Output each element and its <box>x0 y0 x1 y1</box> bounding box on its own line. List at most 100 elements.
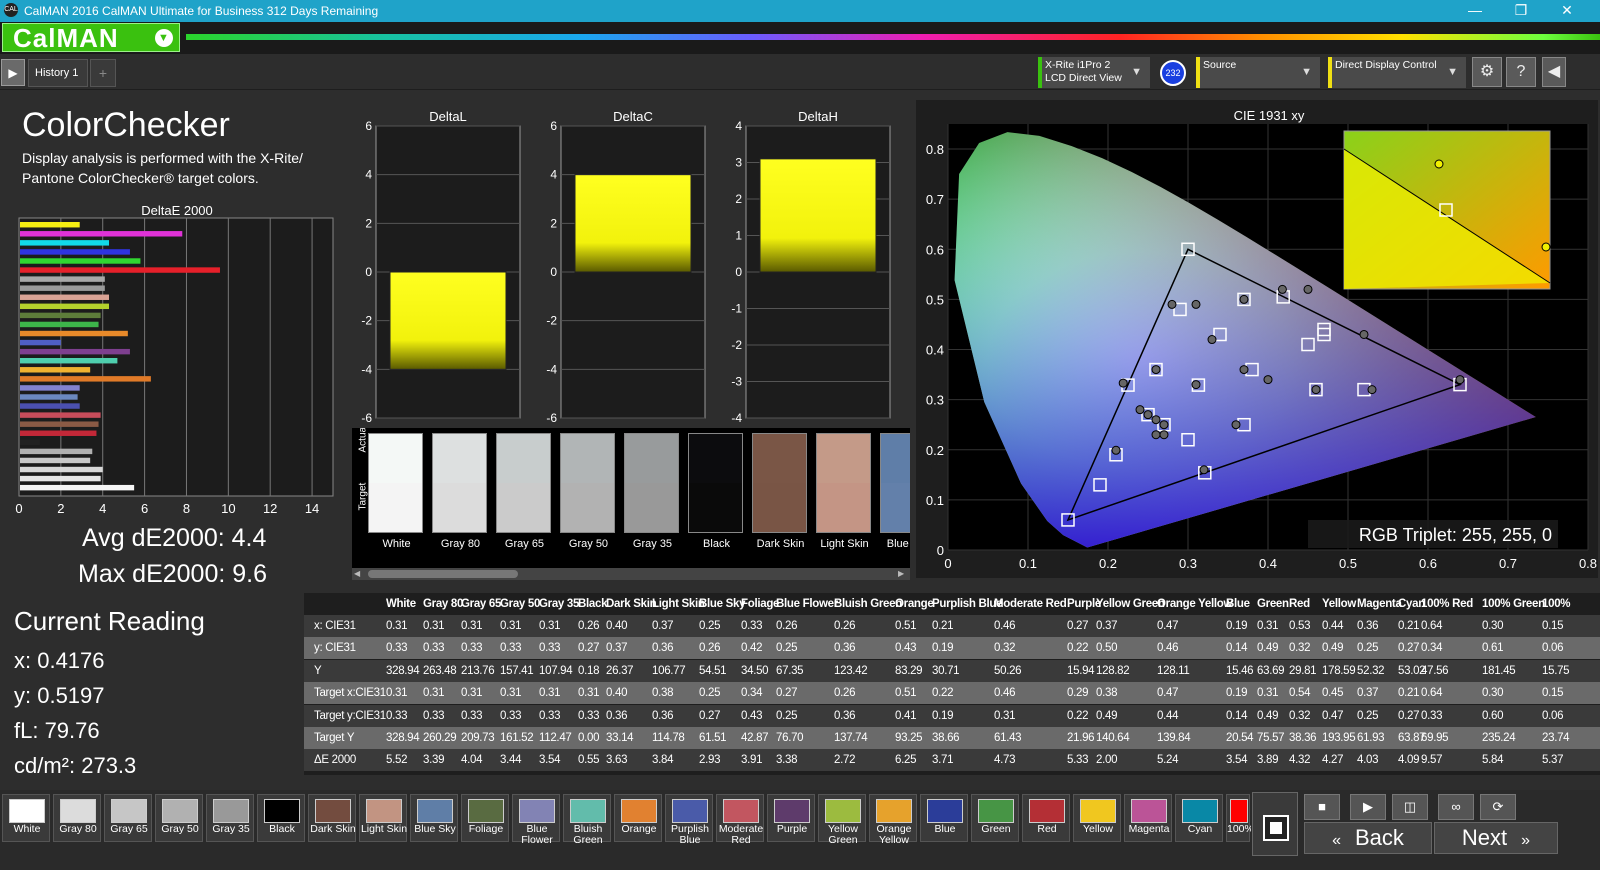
tab-history-1[interactable]: History 1 <box>28 59 88 87</box>
swatch-black[interactable]: Black <box>688 433 743 550</box>
table-cell: 0.21 <box>932 620 954 632</box>
table-cell: 209.73 <box>461 732 495 744</box>
table-cell: 0.55 <box>578 754 600 767</box>
next-button[interactable]: Next» <box>1434 822 1558 854</box>
table-cell: 0.64 <box>1421 620 1443 632</box>
bottom-swatch-light-skin[interactable]: Light Skin <box>359 794 407 842</box>
cie-y-tick: 0.6 <box>926 242 944 257</box>
collapse-arrow-icon[interactable]: ◀ <box>1542 57 1566 87</box>
table-header: White Gray 80 Gray 65 Gray 50 Gray 35 Black Da… <box>304 593 1600 615</box>
maximize-icon[interactable]: ❐ <box>1498 0 1544 22</box>
bottom-swatch-green[interactable]: Green <box>971 794 1019 842</box>
scroll-right-icon[interactable]: ▶ <box>898 569 908 579</box>
swatch-gray-80[interactable]: Gray 80 <box>432 433 487 550</box>
bottom-swatch-moderate-red[interactable]: Moderate Red <box>716 794 764 846</box>
help-icon[interactable]: ? <box>1506 57 1536 87</box>
bottom-swatch-gray-50[interactable]: Gray 50 <box>155 794 203 842</box>
table-cell: 0.36 <box>1357 620 1379 632</box>
bottom-swatch-black[interactable]: Black <box>257 794 305 842</box>
play-arrow-icon[interactable]: ▶ <box>1 59 25 86</box>
back-button[interactable]: «Back <box>1304 822 1432 854</box>
play-icon[interactable]: ▶ <box>1350 794 1386 820</box>
table-row-label: Target y:CIE31 <box>314 709 386 722</box>
add-tab-icon[interactable]: + <box>90 59 116 87</box>
swatch-chip <box>9 799 45 823</box>
table-cell: 3.84 <box>652 754 674 767</box>
swatch-gray-50[interactable]: Gray 50 <box>560 433 615 550</box>
swatch-chip <box>111 799 147 823</box>
display-selector[interactable]: Direct Display Control ▼ <box>1328 57 1466 88</box>
stop-control[interactable] <box>1252 792 1298 856</box>
minimize-icon[interactable]: — <box>1452 0 1498 22</box>
table-cell: 6.25 <box>895 754 917 767</box>
swatch-light-skin[interactable]: Light Skin <box>816 433 871 550</box>
bottom-swatch-bluish-green[interactable]: Bluish Green <box>563 794 611 846</box>
table-cell: 0.31 <box>994 709 1016 722</box>
bottom-swatch-gray-35[interactable]: Gray 35 <box>206 794 254 842</box>
measurement-table: White Gray 80 Gray 65 Gray 50 Gray 35 Black Da… <box>304 593 1600 775</box>
reading-x: x: 0.4176 <box>14 648 105 673</box>
cie-1931-chart: CIE 1931 xy 0 0.1 0.2 0.3 0.4 0.5 0.6 0.7 0.8 0 0.… <box>916 100 1598 578</box>
bottom-swatch-blue-sky[interactable]: Blue Sky <box>410 794 458 842</box>
bottom-swatch-gray-65[interactable]: Gray 65 <box>104 794 152 842</box>
bottom-swatch-orange[interactable]: Orange <box>614 794 662 842</box>
bottom-swatch-100-[interactable]: 100% <box>1226 794 1251 842</box>
bottom-swatch-cyan[interactable]: Cyan <box>1175 794 1223 842</box>
table-column-header: Foliage <box>741 598 780 610</box>
table-column-header: 100% Green <box>1482 598 1545 610</box>
swatch-label: Gray 50 <box>568 538 609 550</box>
deltae-bar <box>20 358 118 364</box>
table-column-header: Orange Yellow <box>1157 598 1233 610</box>
bottom-swatch-gray-80[interactable]: Gray 80 <box>53 794 101 842</box>
bottom-swatch-yellow[interactable]: Yellow <box>1073 794 1121 842</box>
table-cell: 0.34 <box>741 687 763 700</box>
bottom-swatch-purplish-blue[interactable]: Purplish Blue <box>665 794 713 846</box>
table-cell: 0.14 <box>1226 709 1248 722</box>
source-selector[interactable]: Source ▼ <box>1196 57 1320 88</box>
bottom-swatch-dark-skin[interactable]: Dark Skin <box>308 794 356 842</box>
table-cell: 0.31 <box>578 687 600 700</box>
swatch-blue-sky[interactable]: Blue Sky <box>880 433 910 550</box>
swatch-scrollbar[interactable]: ◀ ▶ <box>352 568 910 580</box>
swatch-gray-65[interactable]: Gray 65 <box>496 433 551 550</box>
table-cell: 0.31 <box>423 620 445 632</box>
bottom-swatch-white[interactable]: White <box>2 794 50 842</box>
swatch-chip <box>1080 799 1116 823</box>
step-icon[interactable]: ◫ <box>1392 794 1428 820</box>
bottom-swatch-yellow-green[interactable]: Yellow Green <box>818 794 866 846</box>
table-cell: 328.94 <box>386 664 420 677</box>
table-cell: 3.39 <box>423 754 445 767</box>
table-cell: 0.31 <box>539 620 561 632</box>
calman-logo-button[interactable]: CalMAN ▼ <box>2 23 180 52</box>
swatch-white[interactable]: White <box>368 433 423 550</box>
table-row: y: CIE31 0.33 0.33 0.33 0.33 0.33 0.27 0.37 0.36… <box>304 637 1600 660</box>
bottom-swatch-magenta[interactable]: Magenta <box>1124 794 1172 842</box>
page-title: ColorChecker <box>22 106 230 144</box>
swatch-dark-skin[interactable]: Dark Skin <box>752 433 807 550</box>
bottom-bar: White Gray 80 Gray 65 Gray 50 Gray 35 Black Da… <box>0 790 1600 870</box>
meter-badge[interactable]: 232 <box>1160 60 1186 86</box>
deltae-bar <box>20 448 93 455</box>
cie-x-tick: 0.5 <box>1339 556 1357 571</box>
bottom-swatch-purple[interactable]: Purple <box>767 794 815 842</box>
pause-icon[interactable]: ■ <box>1304 794 1340 820</box>
settings-gear-icon[interactable]: ⚙ <box>1472 57 1502 87</box>
scroll-thumb[interactable] <box>368 570 518 578</box>
loop-icon[interactable]: ∞ <box>1438 794 1474 820</box>
meter-selector[interactable]: X-Rite i1Pro 2 LCD Direct View ▼ <box>1038 57 1150 88</box>
table-cell: 0.38 <box>1096 687 1118 700</box>
bottom-swatch-orange-yellow[interactable]: Orange Yellow <box>869 794 917 846</box>
scroll-left-icon[interactable]: ◀ <box>354 569 364 579</box>
close-icon[interactable]: ✕ <box>1544 0 1590 22</box>
bottom-swatch-blue-flower[interactable]: Blue Flower <box>512 794 560 846</box>
delta-y-tick: -4 <box>731 411 742 425</box>
chevron-down-icon: ▼ <box>1131 66 1142 78</box>
refresh-icon[interactable]: ⟳ <box>1480 794 1516 820</box>
bottom-swatch-red[interactable]: Red <box>1022 794 1070 842</box>
bottom-swatch-blue[interactable]: Blue <box>920 794 968 842</box>
swatch-gray-35[interactable]: Gray 35 <box>624 433 679 550</box>
bottom-swatch-foliage[interactable]: Foliage <box>461 794 509 842</box>
deltae-bar <box>20 376 151 382</box>
swatch-label: Gray 65 <box>504 538 545 550</box>
table-cell: 3.71 <box>932 754 954 767</box>
